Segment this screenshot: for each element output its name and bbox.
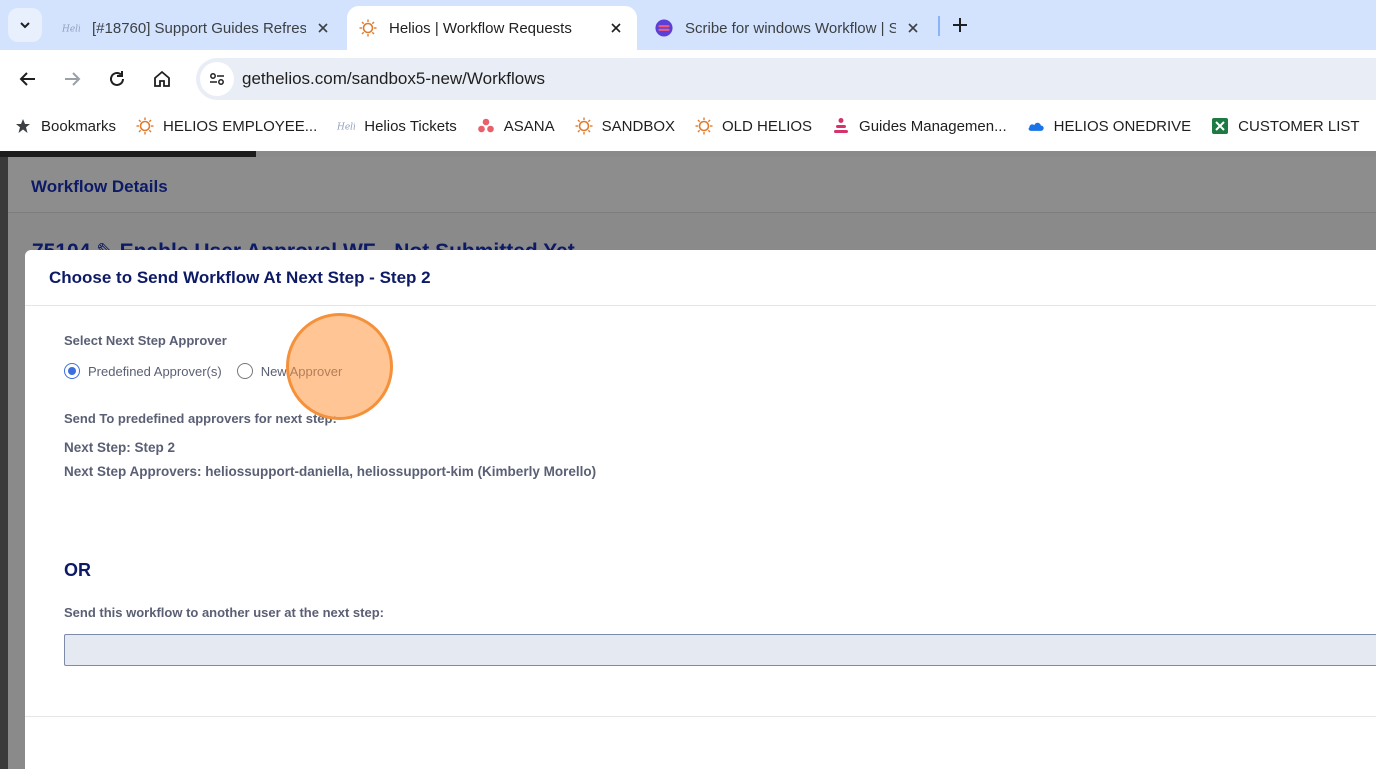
next-step-approvers-text: Next Step Approvers: heliossupport-danie… — [64, 464, 597, 479]
bookmark-helios-employee[interactable]: HELIOS EMPLOYEE... — [136, 117, 317, 135]
address-bar[interactable]: gethelios.com/sandbox5-new/Workflows — [196, 58, 1376, 100]
bookmark-helios-tickets[interactable]: Helios Helios Tickets — [337, 117, 457, 135]
helios-sun-icon — [359, 19, 377, 37]
tab-title: Helios | Workflow Requests — [389, 19, 572, 37]
modal-footer-divider — [25, 716, 1376, 717]
other-user-input[interactable] — [64, 634, 1376, 666]
plus-icon — [953, 18, 967, 32]
next-step-text: Next Step: Step 2 — [64, 440, 176, 455]
svg-text:Helios: Helios — [337, 123, 355, 133]
tab-separator — [938, 16, 940, 36]
bookmark-sandbox[interactable]: SANDBOX — [575, 117, 675, 135]
bookmark-asana[interactable]: ASANA — [477, 117, 555, 135]
scribe-icon — [655, 19, 673, 37]
bookmark-label: Bookmarks — [41, 117, 117, 135]
url-text[interactable]: gethelios.com/sandbox5-new/Workflows — [242, 69, 545, 89]
tab-title: Scribe for windows Workflow | S — [685, 19, 896, 37]
close-icon[interactable] — [314, 19, 332, 37]
browser-toolbar: gethelios.com/sandbox5-new/Workflows — [0, 50, 1376, 108]
arrow-left-icon — [19, 72, 35, 86]
forward-button[interactable] — [57, 64, 87, 94]
predefined-approver-radio[interactable] — [64, 363, 80, 379]
bookmark-label: HELIOS ONEDRIVE — [1053, 117, 1192, 135]
helios-sun-icon — [695, 117, 713, 135]
site-info-icon[interactable] — [200, 62, 234, 96]
tab-scribe[interactable]: Scribe for windows Workflow | S — [643, 6, 934, 50]
page-header: Workflow Details — [8, 157, 1376, 213]
close-icon[interactable] — [904, 19, 922, 37]
bookmark-label: ASANA — [503, 117, 555, 135]
close-icon[interactable] — [607, 19, 625, 37]
reload-button[interactable] — [102, 64, 132, 94]
tab-title: [#18760] Support Guides Refres — [92, 19, 306, 37]
bookmark-label: Helios Tickets — [364, 117, 457, 135]
select-approver-label: Select Next Step Approver — [64, 333, 227, 348]
home-icon — [154, 70, 170, 87]
asana-icon — [477, 117, 495, 135]
chevron-down-icon — [20, 22, 30, 29]
predefined-approver-label: Predefined Approver(s) — [88, 363, 222, 379]
page-left-edge — [0, 157, 8, 769]
bookmark-label: HELIOS EMPLOYEE... — [163, 117, 318, 135]
bookmarks-bar: Bookmarks HELIOS EMPLOYEE... Helios Heli… — [0, 108, 1376, 144]
tab-workflow-requests[interactable]: Helios | Workflow Requests — [347, 6, 637, 50]
bookmark-label: CUSTOMER LIST — [1238, 117, 1360, 135]
bookmark-helios-onedrive[interactable]: HELIOS ONEDRIVE — [1027, 117, 1192, 135]
bookmark-customer-list[interactable]: CUSTOMER LIST — [1211, 117, 1360, 135]
helios-logo-icon: Helios — [337, 117, 355, 135]
svg-text:Helios: Helios — [62, 25, 80, 35]
click-highlight — [286, 313, 393, 420]
other-user-label: Send this workflow to another user at th… — [64, 605, 384, 620]
bookmark-label: OLD HELIOS — [722, 117, 813, 135]
bookmark-label: SANDBOX — [601, 117, 675, 135]
home-button[interactable] — [147, 64, 177, 94]
bookmark-label: Guides Managemen... — [859, 117, 1007, 135]
excel-icon — [1211, 117, 1229, 135]
modal-title: Choose to Send Workflow At Next Step - S… — [49, 268, 431, 287]
or-divider-label: OR — [64, 560, 91, 580]
new-approver-radio[interactable] — [236, 363, 253, 379]
bookmark-old-helios[interactable]: OLD HELIOS — [695, 117, 812, 135]
predefined-approver-option[interactable]: Predefined Approver(s) — [64, 363, 222, 379]
new-tab-button[interactable] — [946, 11, 974, 39]
send-to-predefined-label: Send To predefined approvers for next st… — [64, 411, 337, 426]
modal-header: Choose to Send Workflow At Next Step - S… — [25, 250, 1376, 306]
onedrive-icon — [1027, 117, 1045, 135]
helios-logo-icon: Helios — [62, 19, 80, 37]
tab-search-button[interactable] — [8, 8, 42, 42]
bookmark-bookmarks[interactable]: Bookmarks — [14, 117, 116, 135]
star-icon — [14, 117, 32, 135]
send-workflow-modal: Choose to Send Workflow At Next Step - S… — [25, 250, 1376, 769]
page-title: Workflow Details — [31, 177, 168, 196]
bookmark-guides-management[interactable]: Guides Managemen... — [832, 117, 1007, 135]
tab-support-guides[interactable]: Helios [#18760] Support Guides Refres — [50, 6, 344, 50]
guides-icon — [832, 117, 850, 135]
tab-strip: Helios [#18760] Support Guides Refres He… — [0, 0, 1376, 50]
back-button[interactable] — [13, 64, 43, 94]
helios-sun-icon — [575, 117, 593, 135]
reload-icon — [110, 71, 124, 86]
helios-sun-icon — [136, 117, 154, 135]
arrow-right-icon — [65, 72, 81, 86]
